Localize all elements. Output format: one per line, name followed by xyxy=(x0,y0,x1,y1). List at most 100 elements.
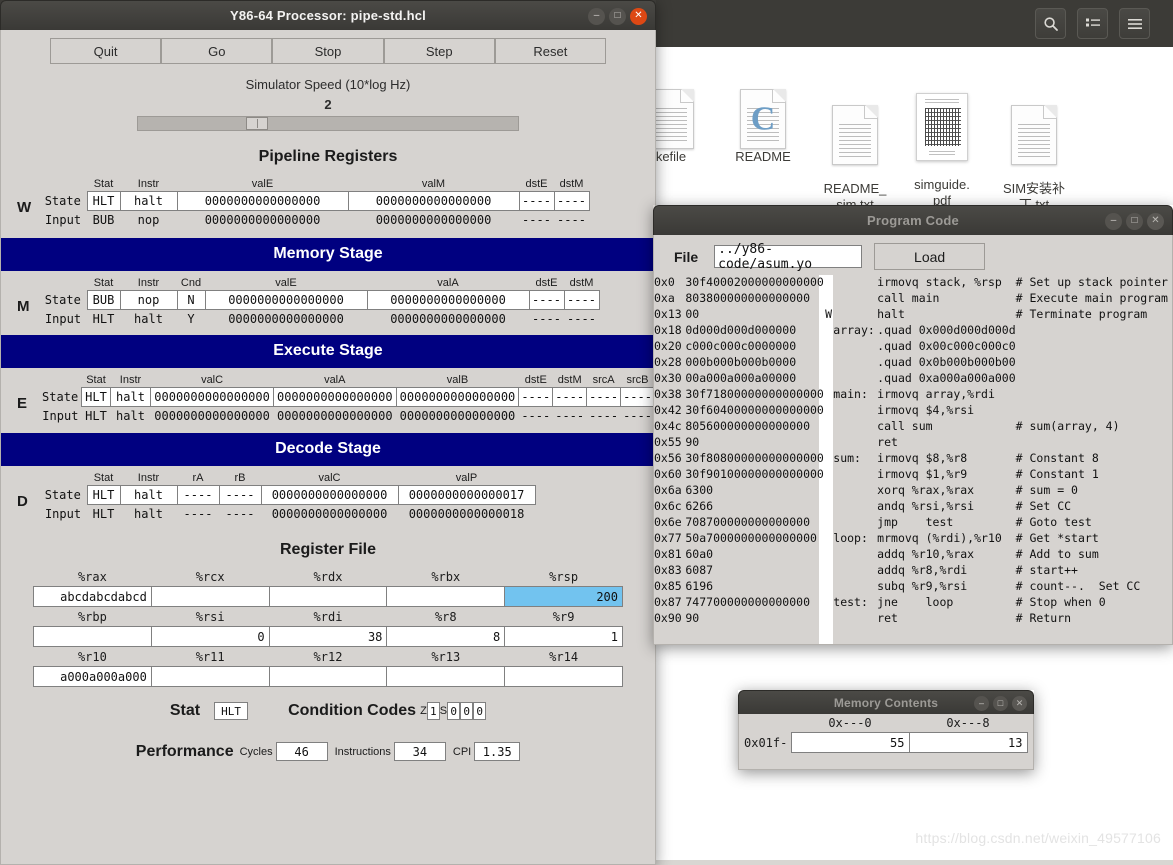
file-path-input[interactable]: ../y86-code/asum.yo xyxy=(714,242,863,272)
cc-z-value[interactable]: 1 xyxy=(426,702,440,720)
code-line[interactable]: 0x20 c000c000c0000000 .quad 0x00c000c000c0 xyxy=(654,339,1172,355)
menu-icon[interactable] xyxy=(1119,8,1150,39)
code-line[interactable]: 0x85 6196 subq %r9,%rsi # count--. Set CC xyxy=(654,579,1172,595)
file-item-simguide-pdf[interactable]: simguide. pdf xyxy=(896,73,988,225)
d-state-ra[interactable]: ---- xyxy=(176,484,220,505)
code-line[interactable]: 0x18 0d000d000d000000 array: .quad 0x000d00… xyxy=(654,323,1172,339)
load-button[interactable]: Load xyxy=(874,243,986,270)
minimize-icon[interactable]: – xyxy=(1105,212,1122,230)
reg-value-r12[interactable] xyxy=(268,666,388,687)
d-state-valc[interactable]: 0000000000000000 xyxy=(260,484,399,505)
e-state-dstm[interactable]: ---- xyxy=(552,387,588,407)
e-state-dste[interactable]: ---- xyxy=(518,387,554,407)
close-icon[interactable]: ✕ xyxy=(1012,695,1027,711)
reg-value-rsp[interactable]: 200 xyxy=(504,586,623,607)
m-state-dste[interactable]: ---- xyxy=(528,289,565,310)
d-state-valp[interactable]: 0000000000000017 xyxy=(397,484,536,505)
cc-o-value-2[interactable]: 0 xyxy=(473,702,487,720)
d-state-rb[interactable]: ---- xyxy=(218,484,262,505)
code-line[interactable]: 0x6c 6266 andq %rsi,%rsi # Set CC xyxy=(654,499,1172,515)
reg-value-r9[interactable]: 1 xyxy=(504,626,623,647)
file-item-readme[interactable]: C README xyxy=(717,77,809,165)
instructions-value[interactable]: 34 xyxy=(393,742,446,761)
d-state-stat[interactable]: HLT xyxy=(86,484,121,505)
minimize-icon[interactable]: – xyxy=(588,7,605,25)
code-line[interactable]: 0x0 30f40002000000000000 irmovq stack, %rs… xyxy=(654,275,1172,291)
reg-value-rdx[interactable] xyxy=(268,586,388,607)
close-icon[interactable]: ✕ xyxy=(630,7,647,25)
code-line[interactable]: 0x87 747700000000000000 test: jne loop # Sto… xyxy=(654,595,1172,611)
cc-s-value[interactable]: 0 xyxy=(447,702,461,720)
e-state-srca[interactable]: ---- xyxy=(586,387,622,407)
reg-value-rbp[interactable] xyxy=(33,626,152,647)
reg-value-rdi[interactable]: 38 xyxy=(268,626,388,647)
m-state-vala[interactable]: 0000000000000000 xyxy=(366,289,530,310)
code-line[interactable]: 0x30 00a000a000a00000 .quad 0xa000a000a000 xyxy=(654,371,1172,387)
maximize-icon[interactable]: □ xyxy=(609,7,626,25)
step-button[interactable]: Step xyxy=(383,38,495,64)
reg-value-rax[interactable]: abcdabcdabcd xyxy=(33,586,152,607)
memory-contents-titlebar[interactable]: Memory Contents – □ ✕ xyxy=(738,690,1034,714)
code-line[interactable]: 0x13 00 Whalt # Terminate program xyxy=(654,307,1172,323)
reg-value-r14[interactable] xyxy=(504,666,623,687)
m-state-cnd[interactable]: N xyxy=(176,289,206,310)
reg-value-r8[interactable]: 8 xyxy=(386,626,506,647)
speed-slider-thumb[interactable] xyxy=(246,117,268,130)
e-state-instr[interactable]: halt xyxy=(109,387,152,407)
code-line[interactable]: 0xa 803800000000000000 call main # Execute … xyxy=(654,291,1172,307)
w-state-vale[interactable]: 0000000000000000 xyxy=(176,191,349,211)
code-line[interactable]: 0x38 30f71800000000000000 main: irmovq arra… xyxy=(654,387,1172,403)
code-line[interactable]: 0x77 50a7000000000000000 loop: mrmovq (%rdi… xyxy=(654,531,1172,547)
w-state-instr[interactable]: halt xyxy=(119,191,178,211)
code-line[interactable]: 0x83 6087 addq %r8,%rdi # start++ xyxy=(654,563,1172,579)
search-icon[interactable] xyxy=(1035,8,1066,39)
reg-value-r13[interactable] xyxy=(386,666,506,687)
simulator-titlebar[interactable]: Y86-64 Processor: pipe-std.hcl – □ ✕ xyxy=(0,0,656,30)
m-state-instr[interactable]: nop xyxy=(119,289,178,310)
code-line[interactable]: 0x55 90 ret xyxy=(654,435,1172,451)
w-state-dste[interactable]: ---- xyxy=(518,191,555,211)
list-view-icon[interactable] xyxy=(1077,8,1108,39)
maximize-icon[interactable]: □ xyxy=(993,695,1008,711)
memory-cell-0[interactable]: 55 xyxy=(790,732,910,753)
d-state-instr[interactable]: halt xyxy=(119,484,178,505)
minimize-icon[interactable]: – xyxy=(974,695,989,711)
m-state-stat[interactable]: BUB xyxy=(86,289,121,310)
code-line[interactable]: 0x28 000b000b000b0000 .quad 0x0b000b000b00 xyxy=(654,355,1172,371)
code-line[interactable]: 0x81 60a0 addq %r10,%rax # Add to sum xyxy=(654,547,1172,563)
reg-value-r11[interactable] xyxy=(150,666,270,687)
m-state-vale[interactable]: 0000000000000000 xyxy=(204,289,368,310)
cpi-value[interactable]: 1.35 xyxy=(474,742,521,761)
code-line[interactable]: 0x60 30f90100000000000000 irmovq $1,%r9 # C… xyxy=(654,467,1172,483)
reg-value-rsi[interactable]: 0 xyxy=(150,626,270,647)
code-line[interactable]: 0x42 30f60400000000000000 irmovq $4,%rsi xyxy=(654,403,1172,419)
e-state-valb[interactable]: 0000000000000000 xyxy=(395,387,520,407)
code-line[interactable]: 0x4c 805600000000000000 call sum # sum(arra… xyxy=(654,419,1172,435)
m-state-dstm[interactable]: ---- xyxy=(563,289,600,310)
reg-value-r10[interactable]: a000a000a000 xyxy=(33,666,152,687)
e-state-valc[interactable]: 0000000000000000 xyxy=(150,387,274,407)
code-line[interactable]: 0x6a 6300 xorq %rax,%rax # sum = 0 xyxy=(654,483,1172,499)
cc-o-value-1[interactable]: 0 xyxy=(460,702,474,720)
w-state-dstm[interactable]: ---- xyxy=(553,191,590,211)
e-state-srcb[interactable]: ---- xyxy=(620,387,655,407)
code-line[interactable]: 0x90 90 ret # Return xyxy=(654,611,1172,627)
e-state-stat[interactable]: HLT xyxy=(81,387,111,407)
program-code-titlebar[interactable]: Program Code – □ ✕ xyxy=(653,205,1173,235)
close-icon[interactable]: ✕ xyxy=(1147,212,1164,230)
speed-slider[interactable] xyxy=(137,116,519,131)
cycles-value[interactable]: 46 xyxy=(275,742,328,761)
stop-button[interactable]: Stop xyxy=(272,38,384,64)
e-state-vala[interactable]: 0000000000000000 xyxy=(272,387,397,407)
code-line[interactable]: 0x56 30f80800000000000000 sum: irmovq $8,%r… xyxy=(654,451,1172,467)
memory-cell-8[interactable]: 13 xyxy=(908,732,1028,753)
maximize-icon[interactable]: □ xyxy=(1126,212,1143,230)
reg-value-rcx[interactable] xyxy=(150,586,270,607)
code-line[interactable]: 0x6e 708700000000000000 jmp test # Goto tes… xyxy=(654,515,1172,531)
quit-button[interactable]: Quit xyxy=(50,38,162,64)
go-button[interactable]: Go xyxy=(161,38,273,64)
reset-button[interactable]: Reset xyxy=(494,38,607,64)
reg-value-rbx[interactable] xyxy=(386,586,506,607)
w-state-stat[interactable]: HLT xyxy=(86,191,121,211)
w-state-valm[interactable]: 0000000000000000 xyxy=(347,191,520,211)
